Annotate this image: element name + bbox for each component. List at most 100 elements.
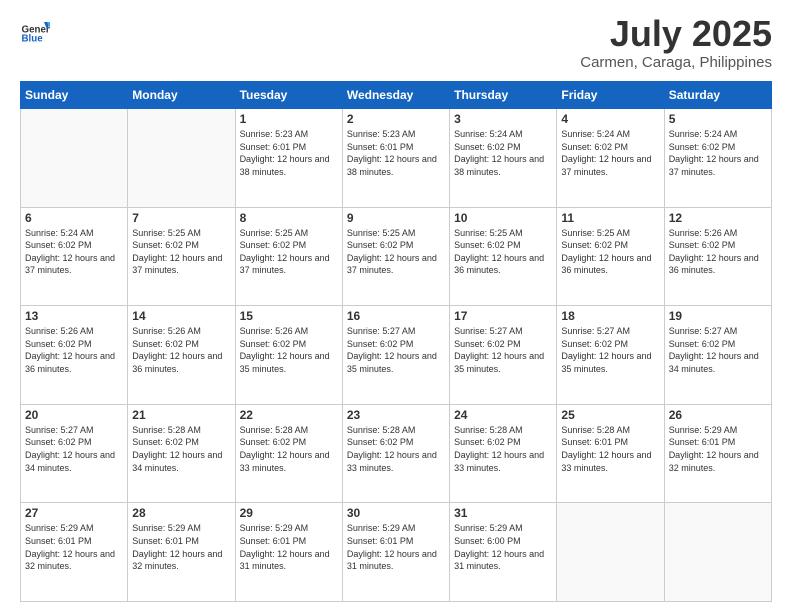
calendar-day-cell: 28Sunrise: 5:29 AM Sunset: 6:01 PM Dayli… <box>128 503 235 602</box>
calendar-day-cell: 11 Sunrise: 5:25 AM Sunset: 6:02 PM Dayli… <box>557 207 664 306</box>
day-number: 14 <box>132 309 230 323</box>
day-of-week-header: Saturday <box>664 82 771 109</box>
calendar-day-cell: 13 Sunrise: 5:26 AM Sunset: 6:02 PM Dayli… <box>21 306 128 405</box>
calendar-day-cell: 17 Sunrise: 5:27 AM Sunset: 6:02 PM Dayli… <box>450 306 557 405</box>
day-info: Sunrise: 5:26 AM Sunset: 6:02 PM Dayligh… <box>240 325 338 375</box>
day-info: Sunrise: 5:23 AM Sunset: 6:01 PM Dayligh… <box>347 128 445 178</box>
day-info: Sunrise: 5:27 AM Sunset: 6:02 PM Dayligh… <box>454 325 552 375</box>
calendar-day-cell <box>128 109 235 208</box>
calendar-week-row: 13 Sunrise: 5:26 AM Sunset: 6:02 PM Dayli… <box>21 306 772 405</box>
day-info: Sunrise: 5:24 AM Sunset: 6:02 PM Dayligh… <box>25 227 123 277</box>
day-number: 17 <box>454 309 552 323</box>
day-info: Sunrise: 5:28 AM Sunset: 6:01 PM Dayligh… <box>561 424 659 474</box>
calendar-day-cell: 22 Sunrise: 5:28 AM Sunset: 6:02 PM Dayli… <box>235 404 342 503</box>
day-info: Sunrise: 5:27 AM Sunset: 6:02 PM Dayligh… <box>347 325 445 375</box>
day-info: Sunrise: 5:24 AM Sunset: 6:02 PM Dayligh… <box>454 128 552 178</box>
calendar-day-cell: 29 Sunrise: 5:29 AM Sunset: 6:01 PM Dayli… <box>235 503 342 602</box>
calendar-day-cell: 14 Sunrise: 5:26 AM Sunset: 6:02 PM Dayli… <box>128 306 235 405</box>
day-of-week-header: Monday <box>128 82 235 109</box>
day-number: 12 <box>669 211 767 225</box>
day-number: 15 <box>240 309 338 323</box>
day-number: 25 <box>561 408 659 422</box>
day-number: 22 <box>240 408 338 422</box>
calendar-day-cell: 20 Sunrise: 5:27 AM Sunset: 6:02 PM Dayli… <box>21 404 128 503</box>
day-info: Sunrise: 5:28 AM Sunset: 6:02 PM Dayligh… <box>132 424 230 474</box>
calendar-day-cell: 7 Sunrise: 5:25 AM Sunset: 6:02 PM Daylig… <box>128 207 235 306</box>
day-number: 11 <box>561 211 659 225</box>
day-info: Sunrise: 5:24 AM Sunset: 6:02 PM Dayligh… <box>669 128 767 178</box>
day-number: 26 <box>669 408 767 422</box>
calendar-day-cell: 31Sunrise: 5:29 AM Sunset: 6:00 PM Dayli… <box>450 503 557 602</box>
day-number: 18 <box>561 309 659 323</box>
calendar-day-cell: 5 Sunrise: 5:24 AM Sunset: 6:02 PM Daylig… <box>664 109 771 208</box>
calendar-day-cell: 4Sunrise: 5:24 AM Sunset: 6:02 PM Daylig… <box>557 109 664 208</box>
day-info: Sunrise: 5:26 AM Sunset: 6:02 PM Dayligh… <box>132 325 230 375</box>
calendar-day-cell: 1 Sunrise: 5:23 AM Sunset: 6:01 PM Daylig… <box>235 109 342 208</box>
calendar-day-cell <box>664 503 771 602</box>
day-info: Sunrise: 5:29 AM Sunset: 6:01 PM Dayligh… <box>240 522 338 572</box>
day-info: Sunrise: 5:29 AM Sunset: 6:01 PM Dayligh… <box>132 522 230 572</box>
calendar-day-cell: 10 Sunrise: 5:25 AM Sunset: 6:02 PM Dayli… <box>450 207 557 306</box>
day-of-week-header: Sunday <box>21 82 128 109</box>
day-info: Sunrise: 5:29 AM Sunset: 6:01 PM Dayligh… <box>669 424 767 474</box>
calendar-day-cell: 21 Sunrise: 5:28 AM Sunset: 6:02 PM Dayli… <box>128 404 235 503</box>
day-number: 20 <box>25 408 123 422</box>
month-title: July 2025 <box>580 16 772 52</box>
day-number: 1 <box>240 112 338 126</box>
calendar-day-cell: 18 Sunrise: 5:27 AM Sunset: 6:02 PM Dayli… <box>557 306 664 405</box>
day-number: 29 <box>240 506 338 520</box>
day-info: Sunrise: 5:25 AM Sunset: 6:02 PM Dayligh… <box>454 227 552 277</box>
location-title: Carmen, Caraga, Philippines <box>580 54 772 71</box>
calendar-day-cell: 2 Sunrise: 5:23 AM Sunset: 6:01 PM Daylig… <box>342 109 449 208</box>
calendar-day-cell: 30Sunrise: 5:29 AM Sunset: 6:01 PM Dayli… <box>342 503 449 602</box>
day-number: 7 <box>132 211 230 225</box>
svg-text:Blue: Blue <box>22 34 44 45</box>
day-number: 16 <box>347 309 445 323</box>
calendar-day-cell: 8Sunrise: 5:25 AM Sunset: 6:02 PM Daylig… <box>235 207 342 306</box>
calendar-week-row: 6 Sunrise: 5:24 AM Sunset: 6:02 PM Daylig… <box>21 207 772 306</box>
day-info: Sunrise: 5:28 AM Sunset: 6:02 PM Dayligh… <box>454 424 552 474</box>
calendar-day-cell: 15 Sunrise: 5:26 AM Sunset: 6:02 PM Dayli… <box>235 306 342 405</box>
day-number: 24 <box>454 408 552 422</box>
day-of-week-header: Friday <box>557 82 664 109</box>
day-number: 6 <box>25 211 123 225</box>
calendar-header-row: SundayMondayTuesdayWednesdayThursdayFrid… <box>21 82 772 109</box>
calendar-day-cell: 6 Sunrise: 5:24 AM Sunset: 6:02 PM Daylig… <box>21 207 128 306</box>
day-info: Sunrise: 5:23 AM Sunset: 6:01 PM Dayligh… <box>240 128 338 178</box>
day-info: Sunrise: 5:27 AM Sunset: 6:02 PM Dayligh… <box>25 424 123 474</box>
calendar-day-cell: 27Sunrise: 5:29 AM Sunset: 6:01 PM Dayli… <box>21 503 128 602</box>
day-number: 21 <box>132 408 230 422</box>
title-block: July 2025 Carmen, Caraga, Philippines <box>580 16 772 71</box>
day-info: Sunrise: 5:27 AM Sunset: 6:02 PM Dayligh… <box>669 325 767 375</box>
day-info: Sunrise: 5:25 AM Sunset: 6:02 PM Dayligh… <box>561 227 659 277</box>
day-number: 31 <box>454 506 552 520</box>
calendar-day-cell: 16 Sunrise: 5:27 AM Sunset: 6:02 PM Dayli… <box>342 306 449 405</box>
day-info: Sunrise: 5:27 AM Sunset: 6:02 PM Dayligh… <box>561 325 659 375</box>
calendar-table: SundayMondayTuesdayWednesdayThursdayFrid… <box>20 81 772 602</box>
day-info: Sunrise: 5:25 AM Sunset: 6:02 PM Dayligh… <box>240 227 338 277</box>
day-number: 2 <box>347 112 445 126</box>
day-number: 3 <box>454 112 552 126</box>
day-number: 19 <box>669 309 767 323</box>
calendar-day-cell: 26 Sunrise: 5:29 AM Sunset: 6:01 PM Dayli… <box>664 404 771 503</box>
calendar-day-cell: 12Sunrise: 5:26 AM Sunset: 6:02 PM Dayli… <box>664 207 771 306</box>
day-of-week-header: Wednesday <box>342 82 449 109</box>
day-info: Sunrise: 5:29 AM Sunset: 6:01 PM Dayligh… <box>25 522 123 572</box>
day-number: 5 <box>669 112 767 126</box>
calendar-day-cell: 9 Sunrise: 5:25 AM Sunset: 6:02 PM Daylig… <box>342 207 449 306</box>
day-info: Sunrise: 5:26 AM Sunset: 6:02 PM Dayligh… <box>25 325 123 375</box>
day-number: 13 <box>25 309 123 323</box>
calendar-week-row: 1 Sunrise: 5:23 AM Sunset: 6:01 PM Daylig… <box>21 109 772 208</box>
day-info: Sunrise: 5:28 AM Sunset: 6:02 PM Dayligh… <box>240 424 338 474</box>
calendar-day-cell <box>557 503 664 602</box>
calendar-day-cell <box>21 109 128 208</box>
day-info: Sunrise: 5:28 AM Sunset: 6:02 PM Dayligh… <box>347 424 445 474</box>
day-info: Sunrise: 5:25 AM Sunset: 6:02 PM Dayligh… <box>132 227 230 277</box>
calendar-day-cell: 19 Sunrise: 5:27 AM Sunset: 6:02 PM Dayli… <box>664 306 771 405</box>
day-number: 10 <box>454 211 552 225</box>
day-of-week-header: Thursday <box>450 82 557 109</box>
day-number: 9 <box>347 211 445 225</box>
day-info: Sunrise: 5:29 AM Sunset: 6:01 PM Dayligh… <box>347 522 445 572</box>
calendar-day-cell: 25 Sunrise: 5:28 AM Sunset: 6:01 PM Dayli… <box>557 404 664 503</box>
day-info: Sunrise: 5:25 AM Sunset: 6:02 PM Dayligh… <box>347 227 445 277</box>
